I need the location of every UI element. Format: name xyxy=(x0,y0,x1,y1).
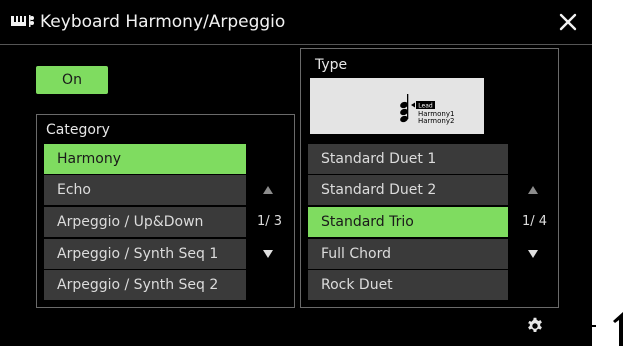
category-page-up-arrow-icon[interactable] xyxy=(263,186,273,194)
preview-harmony2-text: Harmony2 xyxy=(418,117,454,125)
type-item-standard-trio[interactable]: Standard Trio xyxy=(308,207,508,237)
window-title: Keyboard Harmony/Arpeggio xyxy=(40,12,286,32)
category-page-indicator: 1/ 3 xyxy=(257,214,283,229)
notes-preview-icon: Lead Harmony1 Harmony2 xyxy=(400,94,454,125)
type-preview-image: Lead Harmony1 Harmony2 xyxy=(310,78,484,134)
type-page-indicator: 1/ 4 xyxy=(522,214,548,229)
category-item-arpeggio-up-down[interactable]: Arpeggio / Up&Down xyxy=(44,207,246,237)
category-item-arpeggio-synth-seq-2[interactable]: Arpeggio / Synth Seq 2 xyxy=(44,270,246,300)
category-item-echo[interactable]: Echo xyxy=(44,175,246,205)
screen: Keyboard Harmony/Arpeggio On Category Ha… xyxy=(0,0,592,346)
callout-line xyxy=(548,325,596,327)
type-page-down-arrow-icon[interactable] xyxy=(528,250,538,258)
type-item-full-chord[interactable]: Full Chord xyxy=(308,239,508,269)
on-toggle-button[interactable]: On xyxy=(36,66,108,94)
close-icon[interactable] xyxy=(556,10,580,34)
type-item-standard-duet-1[interactable]: Standard Duet 1 xyxy=(308,144,508,174)
type-label: Type xyxy=(315,57,348,73)
gear-icon[interactable] xyxy=(526,317,544,335)
type-item-rock-duet[interactable]: Rock Duet xyxy=(308,270,508,300)
category-page-down-arrow-icon[interactable] xyxy=(263,250,273,258)
category-item-harmony[interactable]: Harmony xyxy=(44,144,246,174)
title-bar: Keyboard Harmony/Arpeggio xyxy=(0,0,592,45)
type-item-standard-duet-2[interactable]: Standard Duet 2 xyxy=(308,175,508,205)
category-item-arpeggio-synth-seq-1[interactable]: Arpeggio / Synth Seq 1 xyxy=(44,239,246,269)
callout-marker-icon xyxy=(613,312,623,346)
category-label: Category xyxy=(46,122,110,138)
keyboard-harmony-icon xyxy=(11,15,34,27)
preview-lead-text: Lead xyxy=(418,103,433,110)
type-page-up-arrow-icon[interactable] xyxy=(528,186,538,194)
